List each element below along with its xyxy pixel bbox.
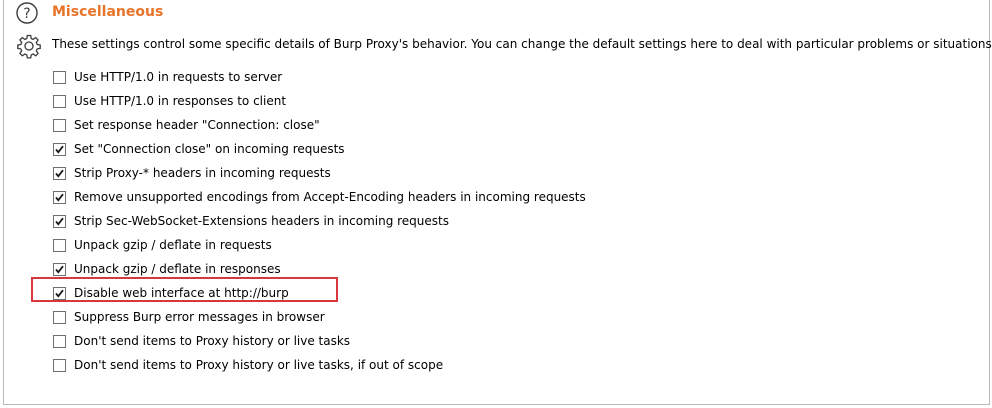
checkbox-checked[interactable] bbox=[53, 190, 66, 204]
option-label: Strip Sec-WebSocket-Extensions headers i… bbox=[74, 214, 449, 228]
checkbox-checked[interactable] bbox=[53, 262, 66, 276]
option-row[interactable]: Use HTTP/1.0 in responses to client bbox=[53, 92, 286, 110]
option-label: Set response header "Connection: close" bbox=[74, 118, 320, 132]
option-row[interactable]: Unpack gzip / deflate in requests bbox=[53, 236, 272, 254]
checkbox-checked[interactable] bbox=[53, 214, 66, 228]
help-icon[interactable]: ? bbox=[16, 2, 38, 24]
option-row[interactable]: Don't send items to Proxy history or liv… bbox=[53, 332, 350, 350]
checkmark-icon bbox=[55, 217, 64, 226]
option-row[interactable]: Strip Proxy-* headers in incoming reques… bbox=[53, 164, 331, 182]
checkmark-icon bbox=[55, 145, 64, 154]
option-row[interactable]: Don't send items to Proxy history or liv… bbox=[53, 356, 443, 374]
checkbox-unchecked[interactable] bbox=[53, 358, 66, 372]
checkmark-icon bbox=[55, 193, 64, 202]
checkbox-checked[interactable] bbox=[53, 166, 66, 180]
option-label: Use HTTP/1.0 in responses to client bbox=[74, 94, 287, 108]
gear-icon[interactable] bbox=[16, 33, 42, 59]
svg-text:?: ? bbox=[23, 6, 30, 22]
option-label: Suppress Burp error messages in browser bbox=[74, 310, 325, 324]
checkmark-icon bbox=[55, 265, 64, 274]
checkbox-unchecked[interactable] bbox=[53, 310, 66, 324]
checkbox-unchecked[interactable] bbox=[53, 94, 66, 108]
option-row[interactable]: Strip Sec-WebSocket-Extensions headers i… bbox=[53, 212, 449, 230]
option-row[interactable]: Set "Connection close" on incoming reque… bbox=[53, 140, 345, 158]
checkbox-checked[interactable] bbox=[53, 142, 66, 156]
option-row[interactable]: Unpack gzip / deflate in responses bbox=[53, 260, 281, 278]
option-row[interactable]: Remove unsupported encodings from Accept… bbox=[53, 188, 586, 206]
option-label: Don't send items to Proxy history or liv… bbox=[74, 334, 351, 348]
checkbox-unchecked[interactable] bbox=[53, 70, 66, 84]
checkbox-unchecked[interactable] bbox=[53, 118, 66, 132]
option-row[interactable]: Suppress Burp error messages in browser bbox=[53, 308, 325, 326]
section-title: Miscellaneous bbox=[52, 4, 164, 20]
option-row[interactable]: Set response header "Connection: close" bbox=[53, 116, 320, 134]
checkbox-unchecked[interactable] bbox=[53, 334, 66, 348]
option-label: Use HTTP/1.0 in requests to server bbox=[74, 70, 283, 84]
checkmark-icon bbox=[55, 169, 64, 178]
miscellaneous-panel: ? Miscellaneous These settings control s… bbox=[3, 0, 992, 405]
option-label: Unpack gzip / deflate in requests bbox=[74, 238, 272, 252]
checkbox-unchecked[interactable] bbox=[53, 238, 66, 252]
option-label: Strip Proxy-* headers in incoming reques… bbox=[74, 166, 331, 180]
option-label: Unpack gzip / deflate in responses bbox=[74, 262, 281, 276]
option-label: Don't send items to Proxy history or liv… bbox=[74, 358, 444, 372]
option-label: Set "Connection close" on incoming reque… bbox=[74, 142, 345, 156]
option-label: Remove unsupported encodings from Accept… bbox=[74, 190, 586, 204]
highlight-annotation bbox=[31, 277, 338, 302]
option-row[interactable]: Use HTTP/1.0 in requests to server bbox=[53, 68, 282, 86]
section-description: These settings control some specific det… bbox=[52, 37, 992, 51]
